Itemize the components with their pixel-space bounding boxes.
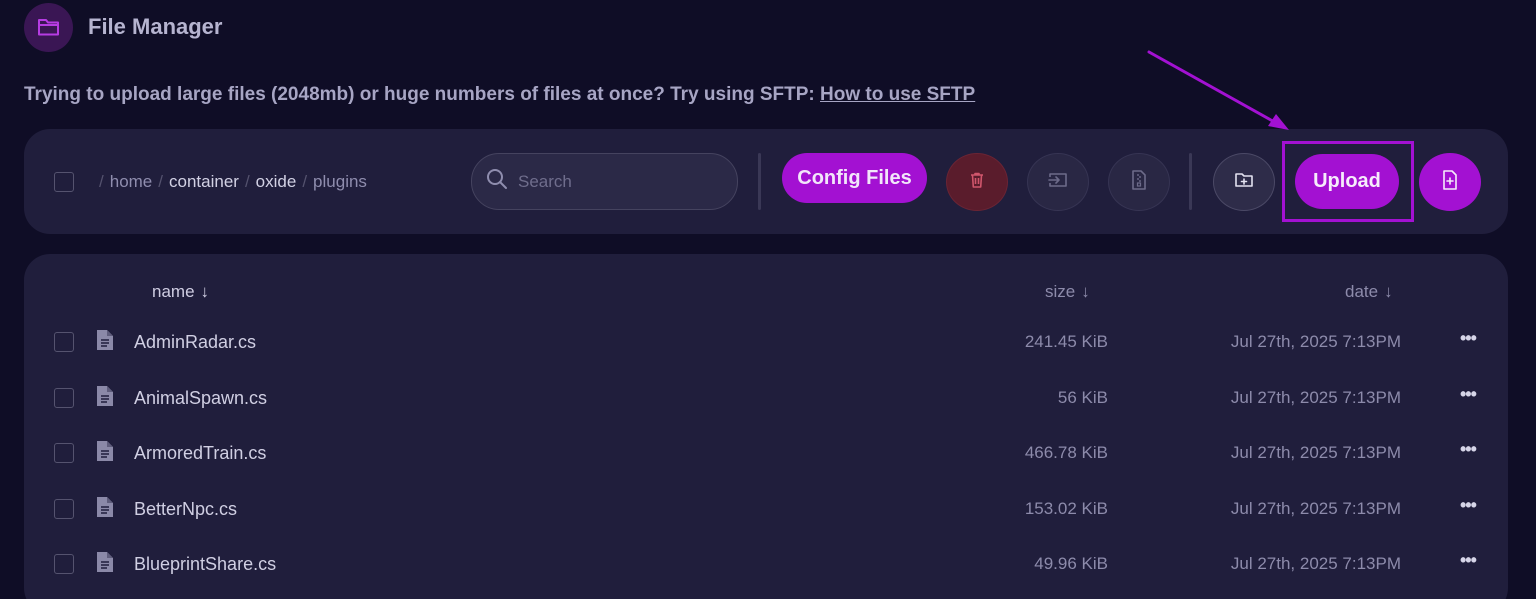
column-header-date-label: date: [1345, 282, 1379, 301]
column-header-size-label: size: [1045, 282, 1076, 301]
delete-button[interactable]: [946, 153, 1008, 211]
breadcrumb-separator: /: [158, 172, 163, 191]
trash-icon: [968, 171, 986, 194]
sftp-help-link[interactable]: How to use SFTP: [820, 84, 975, 105]
file-date: Jul 27th, 2025 7:13PM: [1230, 499, 1401, 518]
breadcrumb-separator: /: [99, 172, 104, 191]
column-header-name-label: name: [152, 282, 195, 301]
new-folder-button[interactable]: [1213, 153, 1275, 211]
toolbar-divider: [758, 153, 761, 210]
page-title: File Manager: [88, 14, 223, 39]
table-row[interactable]: AnimalSpawn.cs 56 KiB Jul 27th, 2025 7:1…: [24, 370, 1508, 426]
sftp-notice: Trying to upload large files (2048mb) or…: [24, 84, 975, 106]
file-icon: [96, 551, 114, 578]
upload-button[interactable]: Upload: [1295, 154, 1399, 209]
file-plus-icon: [1442, 169, 1458, 195]
breadcrumb-home[interactable]: home: [110, 172, 153, 192]
row-checkbox[interactable]: [54, 554, 74, 574]
file-name[interactable]: ArmoredTrain.cs: [134, 443, 266, 464]
file-size: 241.45 KiB: [1024, 332, 1108, 351]
page-header: File Manager: [24, 2, 222, 52]
file-icon: [96, 496, 114, 523]
file-name[interactable]: BetterNpc.cs: [134, 499, 237, 520]
file-size: 56 KiB: [1057, 388, 1108, 407]
more-options-icon[interactable]: •••: [1460, 384, 1477, 405]
move-icon: [1048, 171, 1068, 194]
file-name[interactable]: BlueprintShare.cs: [134, 554, 276, 575]
file-size: 153.02 KiB: [1024, 499, 1108, 518]
folder-plus-icon: [1234, 171, 1254, 194]
file-toolbar: / home / container / oxide / plugins Con…: [24, 129, 1508, 234]
more-options-icon[interactable]: •••: [1460, 495, 1477, 516]
file-size: 466.78 KiB: [1024, 443, 1108, 462]
table-row[interactable]: ArmoredTrain.cs 466.78 KiB Jul 27th, 202…: [24, 425, 1508, 481]
select-all-checkbox[interactable]: [54, 172, 74, 192]
file-name[interactable]: AdminRadar.cs: [134, 332, 256, 353]
breadcrumb-plugins[interactable]: plugins: [313, 172, 367, 192]
breadcrumb: / home / container / oxide / plugins: [93, 172, 367, 192]
file-size: 49.96 KiB: [1034, 554, 1108, 573]
search-icon: [486, 168, 508, 195]
toolbar-divider: [1189, 153, 1192, 210]
more-options-icon[interactable]: •••: [1460, 550, 1477, 571]
table-row[interactable]: BlueprintShare.cs 49.96 KiB Jul 27th, 20…: [24, 536, 1508, 592]
file-date: Jul 27th, 2025 7:13PM: [1230, 443, 1401, 462]
sort-arrow-icon: ↓: [200, 282, 210, 301]
table-row[interactable]: BetterNpc.cs 153.02 KiB Jul 27th, 2025 7…: [24, 481, 1508, 537]
archive-button[interactable]: [1108, 153, 1170, 211]
breadcrumb-container[interactable]: container: [169, 172, 239, 192]
breadcrumb-separator: /: [244, 172, 250, 191]
row-checkbox[interactable]: [54, 443, 74, 463]
column-header-size[interactable]: size ↓: [1045, 282, 1090, 302]
file-date: Jul 27th, 2025 7:13PM: [1230, 332, 1401, 351]
archive-icon: [1131, 169, 1147, 195]
file-manager-page: File Manager Trying to upload large file…: [0, 0, 1536, 599]
column-header-date[interactable]: date ↓: [1345, 282, 1393, 302]
column-header-name[interactable]: name ↓: [152, 282, 209, 302]
sftp-notice-text: Trying to upload large files (2048mb) or…: [24, 84, 821, 105]
file-date: Jul 27th, 2025 7:13PM: [1230, 388, 1401, 407]
row-checkbox[interactable]: [54, 388, 74, 408]
sort-arrow-icon: ↓: [1384, 282, 1393, 301]
new-file-button[interactable]: [1419, 153, 1481, 211]
file-icon: [96, 385, 114, 412]
table-row[interactable]: AdminRadar.cs 241.45 KiB Jul 27th, 2025 …: [24, 314, 1508, 370]
file-name[interactable]: AnimalSpawn.cs: [134, 388, 267, 409]
breadcrumb-separator: /: [302, 172, 308, 191]
search-input[interactable]: [518, 171, 708, 192]
config-files-button[interactable]: Config Files: [782, 153, 927, 203]
breadcrumb-oxide[interactable]: oxide: [256, 172, 297, 192]
file-icon: [96, 329, 114, 356]
more-options-icon[interactable]: •••: [1460, 439, 1477, 460]
more-options-icon[interactable]: •••: [1460, 328, 1477, 349]
file-icon: [96, 440, 114, 467]
file-table: name ↓ size ↓ date ↓ AdminRadar.cs 241.45 K…: [24, 254, 1508, 599]
folder-open-icon: [24, 2, 73, 52]
move-button[interactable]: [1027, 153, 1089, 211]
row-checkbox[interactable]: [54, 499, 74, 519]
row-checkbox[interactable]: [54, 332, 74, 352]
sort-arrow-icon: ↓: [1081, 282, 1090, 301]
search-box[interactable]: [471, 153, 738, 210]
file-date: Jul 27th, 2025 7:13PM: [1230, 554, 1401, 573]
